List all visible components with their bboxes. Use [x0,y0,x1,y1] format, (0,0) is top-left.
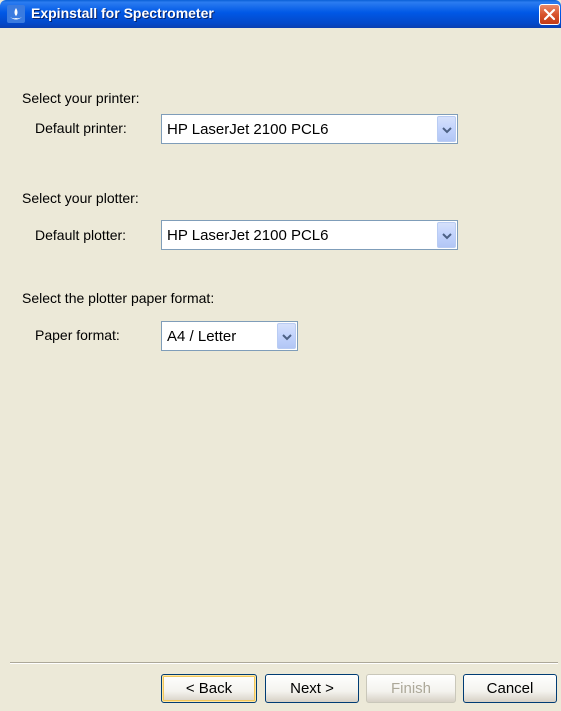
paper-format-label: Paper format: [35,327,120,343]
next-button[interactable]: Next > [265,674,359,703]
printer-dropdown-arrow[interactable] [437,116,456,142]
default-printer-value: HP LaserJet 2100 PCL6 [167,121,329,138]
title-bar[interactable]: Expinstall for Spectrometer [0,0,561,28]
chevron-down-icon [442,127,452,134]
plotter-dropdown-arrow[interactable] [437,222,456,248]
paper-format-select[interactable]: A4 / Letter [161,321,298,351]
paper-format-value: A4 / Letter [167,328,237,345]
close-button[interactable] [539,4,560,25]
close-icon [543,8,556,21]
default-plotter-value: HP LaserJet 2100 PCL6 [167,227,329,244]
back-button[interactable]: < Back [161,674,257,703]
chevron-down-icon [442,233,452,240]
footer-divider-highlight [10,663,558,664]
app-icon [7,5,25,23]
cancel-button[interactable]: Cancel [463,674,557,703]
window-title: Expinstall for Spectrometer [31,5,214,21]
installer-window: Expinstall for Spectrometer Select your … [0,0,561,711]
printer-section-label: Select your printer: [22,90,140,106]
default-plotter-label: Default plotter: [35,227,127,243]
default-printer-select[interactable]: HP LaserJet 2100 PCL6 [161,114,458,144]
paper-section-label: Select the plotter paper format: [22,290,215,306]
chevron-down-icon [282,334,292,341]
plotter-section-label: Select your plotter: [22,190,139,206]
paper-dropdown-arrow[interactable] [277,323,296,349]
default-printer-label: Default printer: [35,120,127,136]
default-plotter-select[interactable]: HP LaserJet 2100 PCL6 [161,220,458,250]
finish-button[interactable]: Finish [366,674,456,703]
